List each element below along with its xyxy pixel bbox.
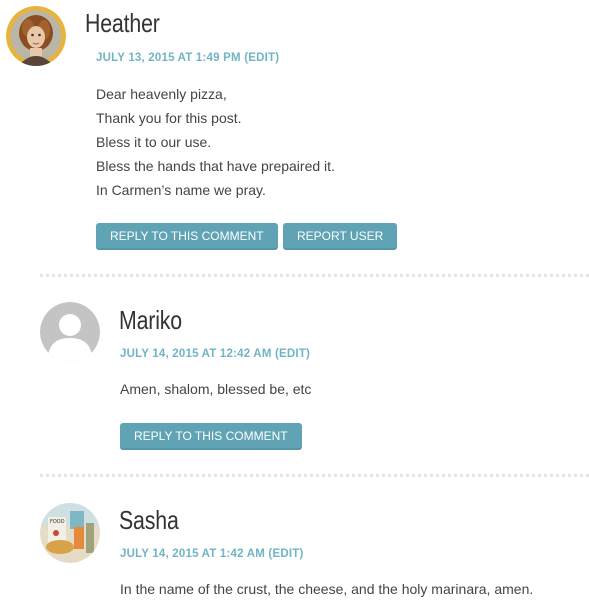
reply-button[interactable]: REPLY TO THIS COMMENT — [96, 223, 278, 250]
comment-meta: JULY 13, 2015 AT 1:49 PM (EDIT) — [96, 52, 279, 64]
reply-button[interactable]: REPLY TO THIS COMMENT — [120, 423, 302, 450]
comment-body: Dear heavenly pizza, Thank you for this … — [96, 82, 335, 202]
comment-line: In Carmen’s name we pray. — [96, 182, 266, 198]
comment-author: Heather — [85, 8, 160, 38]
sasha-avatar[interactable]: FOOD — [40, 503, 100, 563]
edit-link[interactable]: (EDIT) — [244, 52, 279, 64]
comment-line: Amen, shalom, blessed be, etc — [120, 381, 312, 397]
comment-divider — [40, 474, 589, 477]
comment-date-link[interactable]: JULY 14, 2015 AT 12:42 AM — [120, 348, 272, 360]
comment-date-link[interactable]: JULY 13, 2015 AT 1:49 PM — [96, 52, 241, 64]
comment-author: Mariko — [119, 305, 182, 335]
comment-line: Dear heavenly pizza, — [96, 86, 227, 102]
heather-avatar[interactable] — [6, 6, 66, 66]
comment-line: Bless it to our use. — [96, 134, 212, 150]
comment-meta: JULY 14, 2015 AT 12:42 AM (EDIT) — [120, 348, 310, 360]
heather-avatar-photo-icon — [6, 6, 66, 66]
mariko-avatar[interactable] — [40, 302, 100, 362]
comment-line: Thank you for this post. — [96, 110, 242, 126]
edit-link[interactable]: (EDIT) — [275, 348, 310, 360]
edit-link[interactable]: (EDIT) — [268, 548, 303, 560]
report-user-button[interactable]: REPORT USER — [283, 223, 398, 250]
comment-meta: JULY 14, 2015 AT 1:42 AM (EDIT) — [120, 548, 303, 560]
comment-body: In the name of the crust, the cheese, an… — [120, 577, 533, 601]
comment-line: Bless the hands that have prepaired it. — [96, 158, 335, 174]
comment-line: In the name of the crust, the cheese, an… — [120, 581, 534, 597]
default-user-avatar-icon — [40, 302, 100, 362]
comment-body: Amen, shalom, blessed be, etc — [120, 377, 311, 401]
comment-author: Sasha — [119, 505, 179, 535]
comment-divider — [40, 274, 589, 277]
comment-date-link[interactable]: JULY 14, 2015 AT 1:42 AM — [120, 548, 265, 560]
sasha-avatar-photo-icon: FOOD — [40, 503, 100, 563]
svg-text:FOOD: FOOD — [50, 519, 65, 525]
